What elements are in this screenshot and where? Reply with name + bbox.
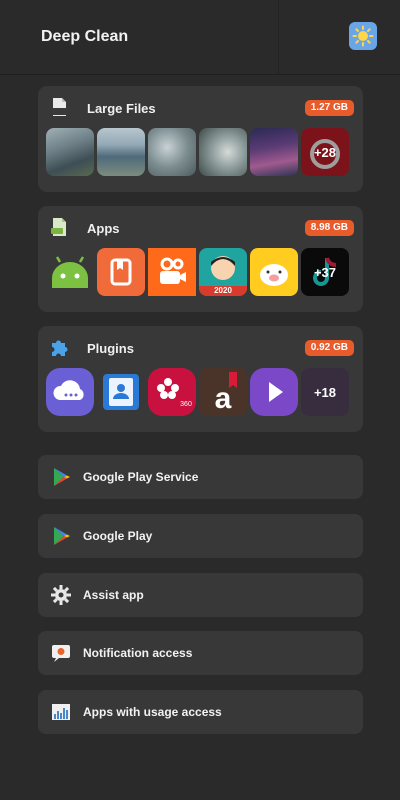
file-thumbnail[interactable]: [46, 128, 94, 176]
pig-icon: [260, 264, 288, 286]
file-thumbnail[interactable]: [250, 128, 298, 176]
a-plugin-icon[interactable]: a: [199, 368, 247, 416]
book-app-icon[interactable]: [97, 248, 145, 296]
more-count: +18: [301, 368, 349, 416]
tiktok-app-icon-more[interactable]: +37: [301, 248, 349, 296]
large-files-card[interactable]: Large Files 1.27 GB +28: [38, 86, 363, 192]
app-header: Deep Clean: [0, 0, 400, 75]
cloud-plugin-icon[interactable]: [46, 368, 94, 416]
plugins-thumbnails: 360 a +18: [46, 368, 349, 416]
flower-icon: 360: [157, 378, 192, 408]
plugins-card[interactable]: Plugins 0.92 GB 360 a +18: [38, 326, 363, 432]
file-thumbnail[interactable]: [148, 128, 196, 176]
apps-thumbnails: 2020 +37: [46, 248, 349, 296]
notification-access-row[interactable]: Notification access: [38, 631, 363, 675]
gear-icon: [51, 585, 71, 605]
google-play-service-row[interactable]: Google Play Service: [38, 455, 363, 499]
row-label: Google Play Service: [83, 470, 199, 484]
settings-button[interactable]: [349, 22, 377, 50]
puzzle-icon: [52, 340, 68, 356]
more-count: +37: [301, 248, 349, 296]
apps-size-badge: 8.98 GB: [304, 220, 354, 236]
cloud-icon: [53, 380, 84, 400]
pig-app-icon[interactable]: [250, 248, 298, 296]
google-play-row[interactable]: Google Play: [38, 514, 363, 558]
usage-access-row[interactable]: Apps with usage access: [38, 690, 363, 734]
plugin-more[interactable]: +18: [301, 368, 349, 416]
play-icon: [269, 382, 283, 402]
apps-card[interactable]: Apps 8.98 GB 2020 +37: [38, 206, 363, 312]
app-year-label: 2020: [214, 286, 232, 295]
large-files-thumbnails: +28: [46, 128, 349, 176]
android-icon: [52, 256, 88, 288]
gallery-360-plugin-icon[interactable]: 360: [148, 368, 196, 416]
book-icon: [110, 258, 132, 286]
video-plugin-icon[interactable]: [250, 368, 298, 416]
header-divider: [278, 0, 279, 75]
avatar-app-icon[interactable]: 2020: [199, 248, 247, 296]
sun-icon: [352, 25, 374, 47]
svg-text:a: a: [215, 382, 232, 415]
assist-app-row[interactable]: Assist app: [38, 573, 363, 617]
play-store-icon: [54, 468, 70, 486]
plugins-header: Plugins 0.92 GB: [38, 326, 363, 370]
contacts-plugin-icon[interactable]: [97, 368, 145, 416]
notification-icon: [52, 645, 70, 662]
row-label: Google Play: [83, 529, 153, 543]
letter-a-icon: a: [215, 372, 237, 415]
large-files-label: Large Files: [87, 101, 156, 116]
file-thumbnail[interactable]: [97, 128, 145, 176]
more-count: +28: [301, 128, 349, 176]
video-app-icon[interactable]: [148, 248, 196, 296]
contact-card-icon: [103, 374, 139, 410]
row-label: Notification access: [83, 646, 193, 660]
camera-icon: [160, 257, 186, 284]
file-thumbnail[interactable]: [199, 128, 247, 176]
plugins-size-badge: 0.92 GB: [304, 340, 354, 356]
android-app-icon[interactable]: [46, 248, 94, 296]
apk-file-icon: [51, 218, 66, 236]
row-label: Apps with usage access: [83, 705, 222, 719]
file-thumbnail-more[interactable]: +28: [301, 128, 349, 176]
usage-chart-icon: [52, 704, 70, 720]
row-label: Assist app: [83, 588, 144, 602]
large-files-header: Large Files 1.27 GB: [38, 86, 363, 130]
file-icon: [52, 98, 67, 116]
apps-label: Apps: [87, 221, 120, 236]
large-files-size-badge: 1.27 GB: [304, 100, 354, 116]
plugins-label: Plugins: [87, 341, 134, 356]
svg-text:360: 360: [180, 401, 192, 408]
play-store-icon: [54, 527, 70, 545]
apps-header: Apps 8.98 GB: [38, 206, 363, 250]
page-title: Deep Clean: [41, 28, 129, 45]
